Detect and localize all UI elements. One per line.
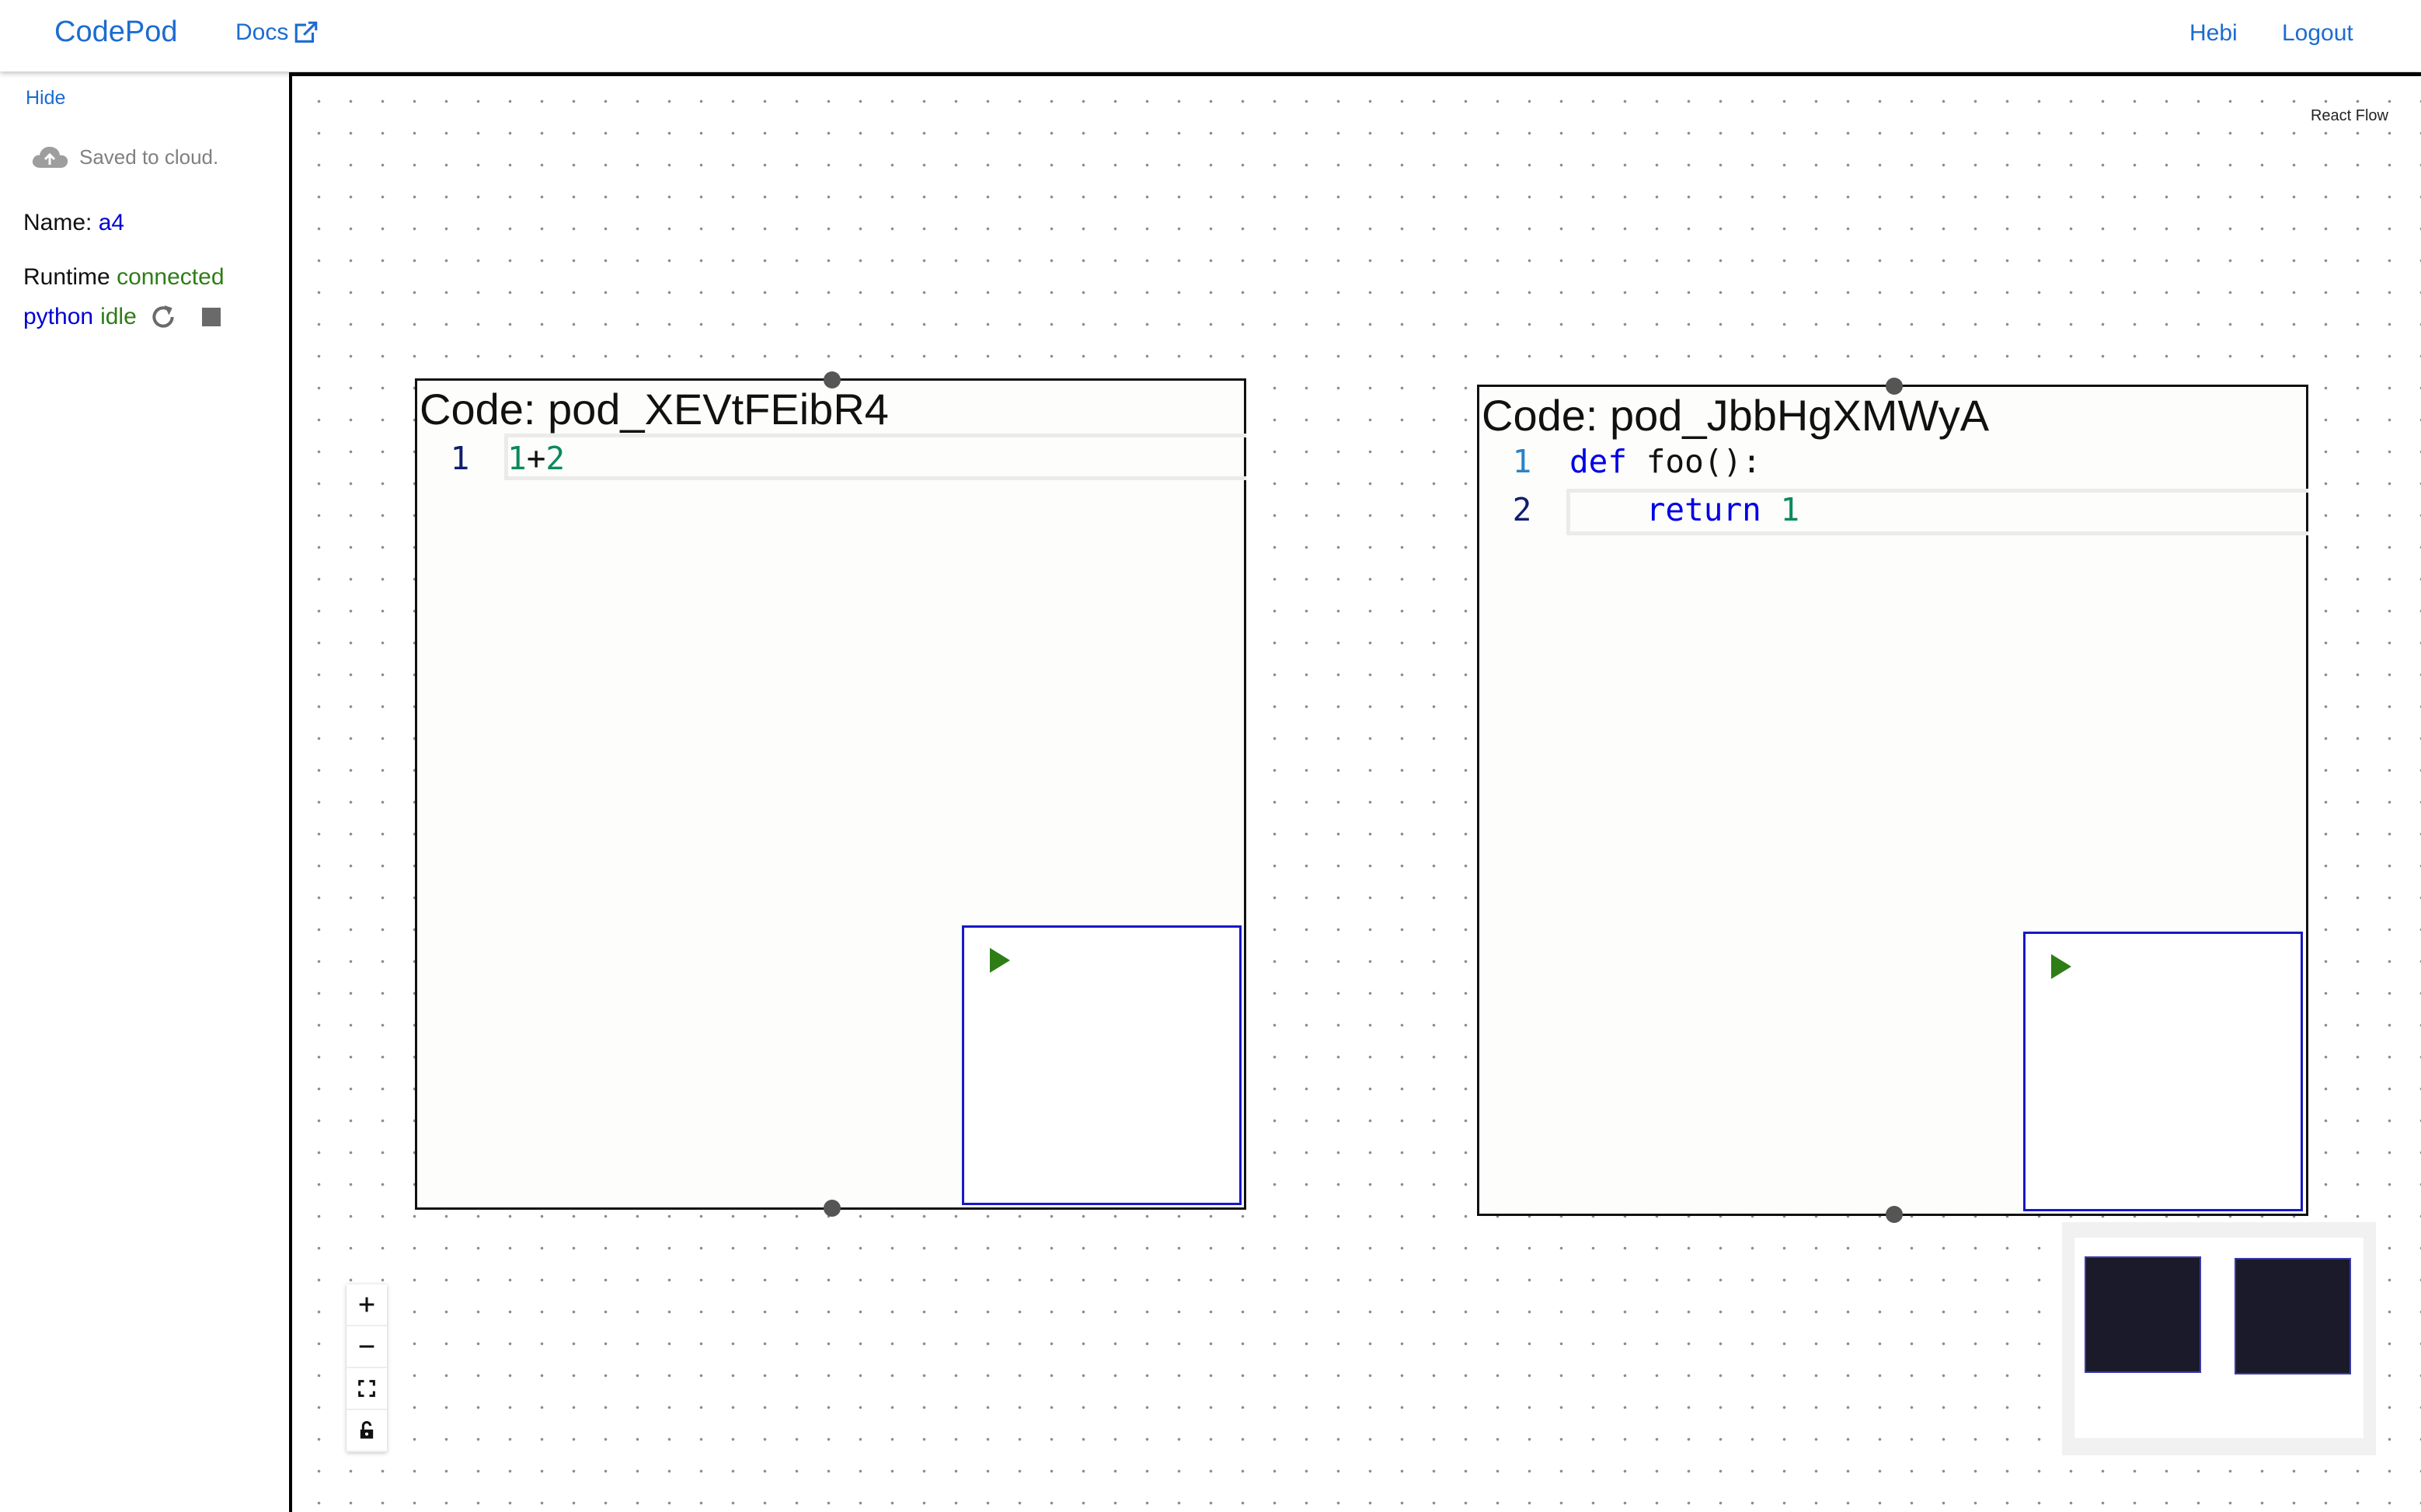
external-link-icon [295, 21, 318, 43]
result-panel[interactable] [2023, 932, 2303, 1211]
lock-icon [360, 1421, 374, 1439]
kernel-status-row: python idle [23, 301, 221, 333]
kernel-status: idle [100, 304, 137, 329]
docs-label: Docs [235, 19, 289, 45]
restart-icon[interactable] [148, 301, 179, 333]
flow-canvas[interactable]: React Flow Code: pod_XEVtFEibR4 1 1+2 Co… [289, 72, 2421, 1512]
code-line[interactable]: 1 def foo(): [1479, 443, 2306, 489]
user-profile-link[interactable]: Hebi [2189, 20, 2238, 47]
stop-icon[interactable] [201, 308, 221, 326]
name-label: Name: [23, 210, 92, 235]
line-number: 1 [1512, 443, 1532, 480]
pod-handle-bottom[interactable] [824, 1200, 841, 1217]
zoom-in-icon [359, 1297, 374, 1312]
code-pod[interactable]: Code: pod_XEVtFEibR4 1 1+2 [415, 371, 1246, 1217]
save-status: Saved to cloud. [30, 143, 218, 171]
minimap-viewport[interactable] [2074, 1238, 2364, 1438]
lock-button[interactable] [347, 1410, 387, 1452]
runtime-status-row: Runtime connected [23, 264, 225, 291]
runtime-status: connected [117, 264, 225, 290]
pod-handle-bottom[interactable] [1886, 1206, 1903, 1223]
run-play-icon[interactable] [2051, 954, 2071, 979]
sidebar: Hide Saved to cloud. Name: a4 Runtime co… [0, 71, 289, 1512]
code-text: return 1 [1569, 491, 1800, 528]
logout-button[interactable]: Logout [2282, 20, 2353, 47]
repo-name-value[interactable]: a4 [99, 210, 124, 235]
zoom-out-icon [359, 1345, 374, 1348]
pod-title: Code: pod_XEVtFEibR4 [420, 385, 889, 434]
zoom-in-button[interactable] [347, 1284, 387, 1326]
code-pod[interactable]: Code: pod_JbbHgXMWyA 1 def foo(): 2 retu… [1477, 378, 2308, 1223]
runtime-label: Runtime [23, 264, 110, 290]
code-line[interactable]: 2 return 1 [1479, 491, 2306, 538]
save-status-text: Saved to cloud. [79, 145, 219, 169]
repo-name-row: Name: a4 [23, 210, 124, 236]
brand-logo-link[interactable]: CodePod [54, 16, 177, 49]
minimap[interactable] [2062, 1222, 2376, 1455]
cloud-upload-icon [32, 146, 68, 168]
line-number: 2 [1512, 491, 1532, 528]
top-app-bar: CodePod Docs Hebi Logout [0, 0, 2421, 71]
run-play-icon[interactable] [990, 948, 1010, 973]
minimap-node [2085, 1256, 2201, 1373]
fit-view-button[interactable] [347, 1368, 387, 1410]
line-number: 1 [450, 440, 470, 477]
zoom-out-button[interactable] [347, 1326, 387, 1368]
docs-link[interactable]: Docs [235, 19, 319, 46]
fit-view-icon [358, 1380, 375, 1397]
flow-controls [347, 1284, 387, 1452]
result-panel[interactable] [962, 925, 1242, 1205]
code-text: def foo(): [1569, 443, 1761, 480]
kernel-name: python [23, 304, 94, 329]
hide-sidebar-button[interactable]: Hide [26, 87, 65, 110]
react-flow-attribution[interactable]: React Flow [2311, 107, 2388, 125]
code-text: 1+2 [507, 440, 566, 477]
pod-title: Code: pod_JbbHgXMWyA [1482, 391, 1990, 440]
code-line[interactable]: 1 1+2 [417, 440, 1244, 486]
minimap-node [2235, 1258, 2351, 1374]
